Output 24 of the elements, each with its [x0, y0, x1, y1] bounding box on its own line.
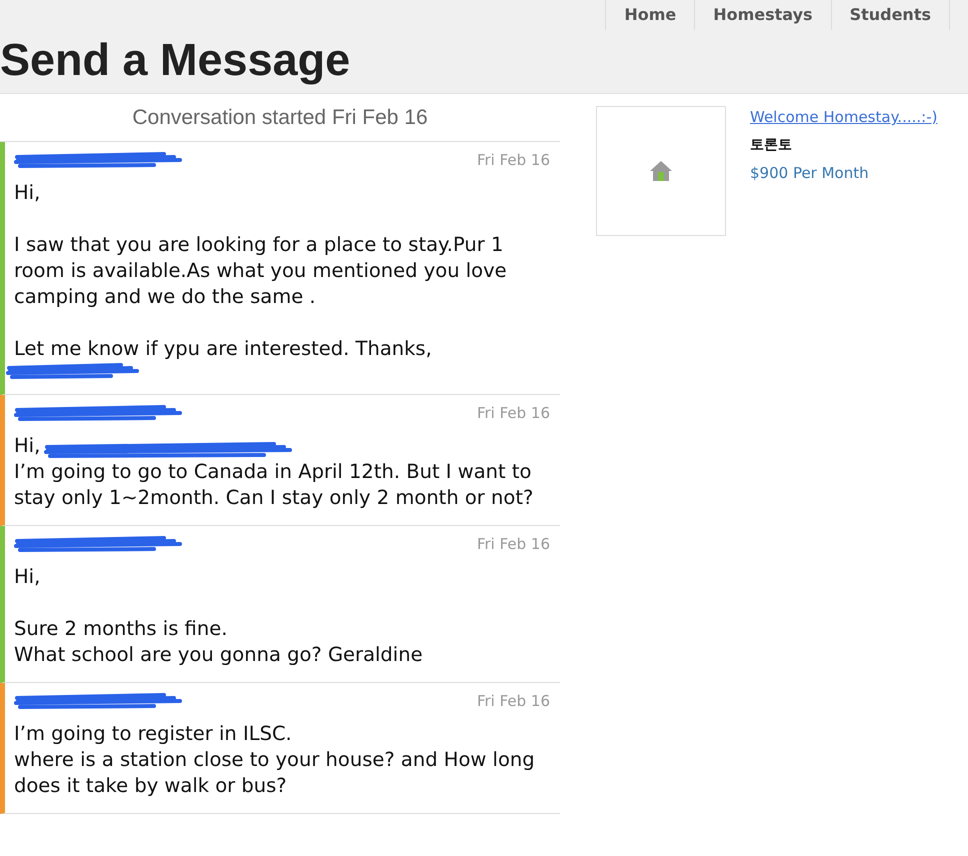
message-text: What school are you gonna go? Geraldine [14, 642, 423, 668]
listing-thumbnail[interactable] [596, 106, 726, 236]
conversation-header: Conversation started Fri Feb 16 [132, 104, 428, 131]
listing-title-link[interactable]: Welcome Homestay.....:-) [750, 106, 938, 128]
message-text: I’m going to go to Canada in April 12th. But I want to stay only 1~2month. Can I stay only 2 month or not? [14, 459, 534, 511]
message-text: Let me know if ypu are interested. Thanks, [14, 336, 432, 362]
listing-city: 토론토 [750, 136, 793, 154]
message-text: Hi, [14, 433, 40, 459]
message-text: Hi, [14, 180, 40, 206]
nav-tab[interactable]: Home [605, 0, 694, 30]
message-date: Fri Feb 16 [476, 690, 550, 712]
nav-tab[interactable]: Students [830, 0, 950, 30]
message-date: Fri Feb 16 [476, 534, 550, 555]
message-text: I saw that you are looking for a place to stay.Pur 1 room is available.As what you mentioned you love camping and we do the same . [14, 232, 508, 310]
page-title: Send a Message [0, 34, 350, 86]
message-date: Fri Feb 16 [476, 402, 550, 424]
message-date: Fri Feb 16 [476, 150, 550, 171]
message-text: where is a station close to your house? and How long does it take by walk or bus? [14, 747, 536, 799]
message-text: Hi, [14, 564, 40, 590]
listing-price: $900 Per Month [750, 162, 870, 184]
message-text: Sure 2 months is fine. [14, 616, 228, 642]
nav-tab[interactable]: Homestays [694, 0, 831, 30]
house-icon [648, 159, 674, 183]
message-text: I’m going to register in ILSC. [14, 721, 292, 747]
